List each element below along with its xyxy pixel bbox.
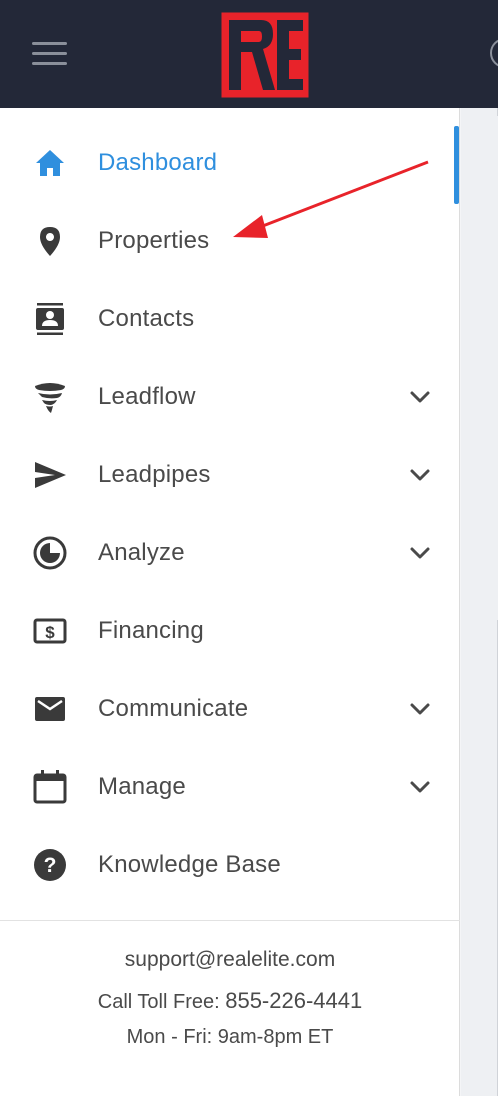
sidebar-menu: Dashboard Properties Contacts Leadflow Leadp… [0, 108, 460, 1096]
map-pin-icon [30, 221, 70, 261]
sidebar-scrollbar[interactable] [454, 126, 459, 204]
contacts-icon [30, 299, 70, 339]
sidebar-item-knowledge-base[interactable]: ? Knowledge Base [0, 826, 454, 904]
send-icon [30, 455, 70, 495]
sidebar-item-label: Leadflow [98, 383, 196, 410]
svg-text:$: $ [45, 623, 55, 642]
phone-prefix: Call Toll Free: [97, 991, 226, 1013]
phone-number[interactable]: 855-226-4441 [225, 988, 362, 1013]
sidebar-item-label: Manage [98, 773, 186, 800]
mail-icon [30, 689, 70, 729]
sidebar-item-communicate[interactable]: Communicate [0, 670, 454, 748]
chevron-down-icon[interactable] [406, 695, 434, 723]
hamburger-menu-icon[interactable] [32, 42, 67, 66]
sidebar-item-analyze[interactable]: Analyze [0, 514, 454, 592]
sidebar-item-dashboard[interactable]: Dashboard [0, 124, 454, 202]
sidebar-item-label: Knowledge Base [98, 851, 281, 878]
sidebar-item-financing[interactable]: $ Financing [0, 592, 454, 670]
dollar-icon: $ [30, 611, 70, 651]
sidebar-item-properties[interactable]: Properties [0, 202, 454, 280]
home-icon [30, 143, 70, 183]
sidebar-item-contacts[interactable]: Contacts [0, 280, 454, 358]
sidebar-item-label: Leadpipes [98, 461, 211, 488]
top-navbar [0, 0, 498, 108]
sidebar-divider [0, 920, 460, 921]
main-content-area [461, 108, 498, 1096]
profile-avatar-edge[interactable] [490, 38, 498, 68]
sidebar-item-label: Contacts [98, 305, 195, 332]
brand-logo[interactable] [221, 12, 309, 98]
sidebar-item-label: Dashboard [98, 149, 218, 176]
support-hours: Mon - Fri: 9am-8pm ET [126, 1026, 334, 1048]
pie-chart-icon [30, 533, 70, 573]
chevron-down-icon[interactable] [406, 773, 434, 801]
tornado-icon [30, 377, 70, 417]
sidebar-item-leadpipes[interactable]: Leadpipes [0, 436, 454, 514]
sidebar-item-label: Analyze [98, 539, 185, 566]
sidebar-item-label: Financing [98, 617, 204, 644]
sidebar-item-label: Properties [98, 227, 210, 254]
support-email[interactable]: support@realelite.com [0, 948, 460, 972]
sidebar-item-label: Communicate [98, 695, 249, 722]
help-icon: ? [30, 845, 70, 885]
sidebar-item-leadflow[interactable]: Leadflow [0, 358, 454, 436]
sidebar-item-manage[interactable]: Manage [0, 748, 454, 826]
svg-text:?: ? [44, 854, 57, 877]
chevron-down-icon[interactable] [406, 383, 434, 411]
chevron-down-icon[interactable] [406, 461, 434, 489]
chevron-down-icon[interactable] [406, 539, 434, 567]
support-phone[interactable]: Call Toll Free: 855-226-4441 [0, 988, 460, 1014]
calendar-icon [30, 767, 70, 807]
